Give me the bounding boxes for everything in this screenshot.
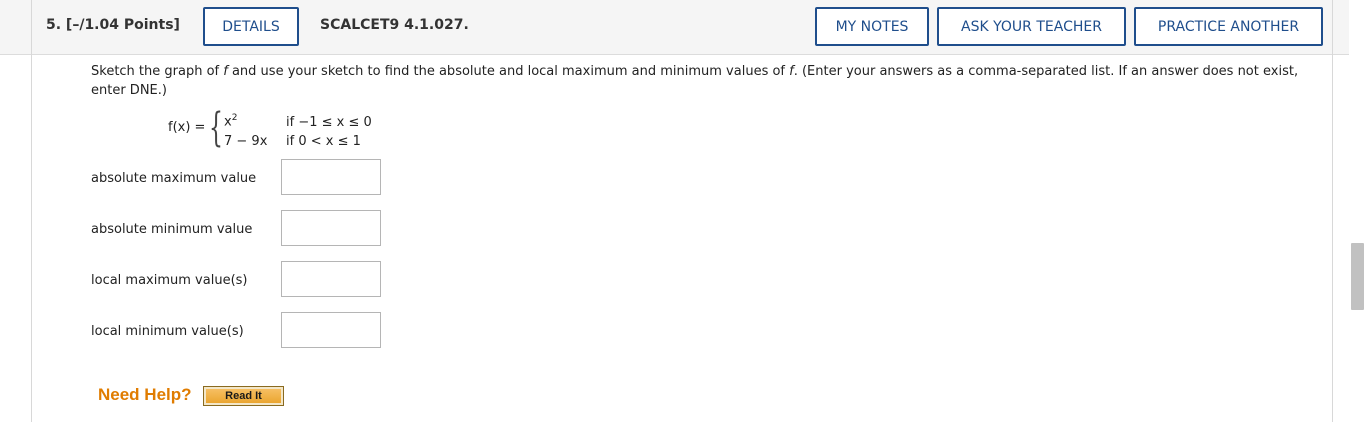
my-notes-button[interactable]: MY NOTES: [815, 7, 929, 46]
need-help-label: Need Help?: [98, 385, 192, 404]
problem-code: SCALCET9 4.1.027.: [320, 17, 469, 33]
piece-2-condition: if 0 < x ≤ 1: [286, 134, 361, 149]
prompt-text: Sketch the graph of: [91, 64, 224, 79]
local-maximum-input[interactable]: [281, 261, 381, 297]
ask-your-teacher-button[interactable]: ASK YOUR TEACHER: [937, 7, 1126, 46]
piecewise-brace: {: [209, 105, 223, 151]
practice-another-button[interactable]: PRACTICE ANOTHER: [1134, 7, 1323, 46]
absolute-minimum-input[interactable]: [281, 210, 381, 246]
function-label: f(x) =: [168, 120, 206, 135]
prompt-text: and use your sketch to find the absolute…: [227, 64, 790, 79]
local-maximum-label: local maximum value(s): [91, 273, 248, 288]
absolute-maximum-label: absolute maximum value: [91, 171, 257, 186]
piece-1-exponent: 2: [231, 113, 238, 123]
local-minimum-label: local minimum value(s): [91, 324, 244, 339]
piece-1-expression: x2: [224, 113, 237, 129]
local-minimum-input[interactable]: [281, 312, 381, 348]
piece-1-condition: if −1 ≤ x ≤ 0: [286, 115, 372, 130]
absolute-minimum-label: absolute minimum value: [91, 222, 253, 237]
scrollbar-thumb[interactable]: [1351, 243, 1364, 310]
details-button[interactable]: DETAILS: [203, 7, 299, 46]
piece-2-expression: 7 − 9x: [224, 134, 268, 149]
piece-1-base: x: [224, 114, 232, 130]
question-prompt: Sketch the graph of f and use your sketc…: [91, 62, 1316, 100]
read-it-button[interactable]: Read It: [203, 386, 284, 406]
question-number: 5. [–/1.04 Points]: [46, 17, 180, 33]
absolute-maximum-input[interactable]: [281, 159, 381, 195]
